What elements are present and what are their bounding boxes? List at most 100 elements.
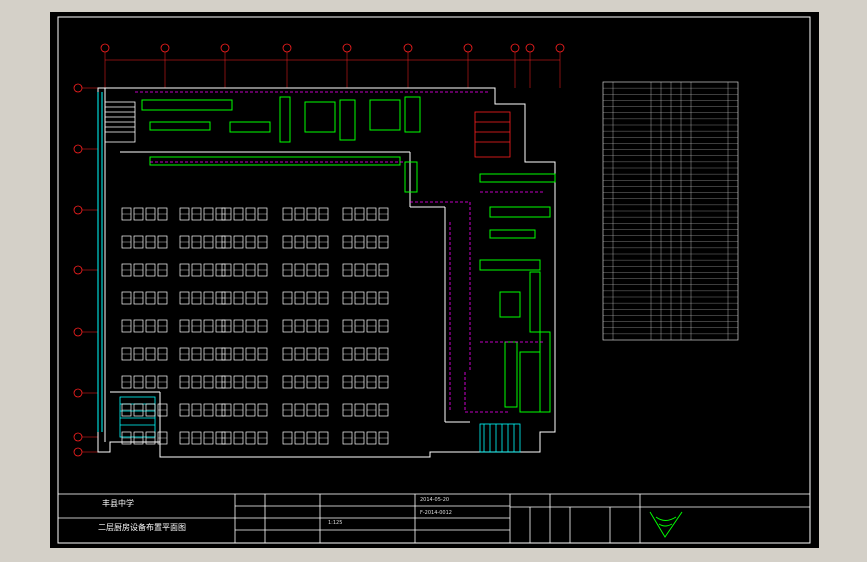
table-group	[221, 375, 268, 389]
building-outline	[97, 87, 556, 458]
table-group	[342, 375, 389, 389]
table-group	[342, 431, 389, 445]
equipment-item	[339, 99, 356, 141]
equipment-item	[149, 156, 401, 166]
table-group	[121, 235, 168, 249]
equipment-item	[149, 121, 211, 131]
cad-canvas[interactable]: 丰县中学 二层厨房设备布置平面图 1:125 2014-05-20 F-2014…	[50, 12, 819, 548]
axis-marker-col-7	[463, 43, 473, 88]
equipment-item	[229, 121, 271, 133]
stair-ne	[474, 111, 511, 158]
table-group	[221, 235, 268, 249]
table-group	[282, 319, 329, 333]
equipment-item	[499, 291, 521, 318]
stair-nw	[104, 101, 136, 143]
table-group	[121, 263, 168, 277]
table-group	[342, 207, 389, 221]
table-group	[179, 291, 226, 305]
row-axis-markers	[73, 83, 98, 457]
table-group	[121, 375, 168, 389]
table-group	[221, 263, 268, 277]
equipment-item	[529, 271, 541, 333]
axis-marker-row-H	[73, 447, 98, 457]
table-group	[221, 431, 268, 445]
table-group	[282, 347, 329, 361]
table-group	[282, 375, 329, 389]
table-group	[342, 263, 389, 277]
table-group	[342, 403, 389, 417]
table-group	[282, 291, 329, 305]
equipment-item	[369, 99, 401, 131]
drawing-sheet	[57, 16, 811, 544]
table-group	[121, 347, 168, 361]
table-group	[282, 263, 329, 277]
equipment-item	[519, 351, 541, 413]
table-group	[121, 207, 168, 221]
pipe-run	[410, 201, 471, 372]
table-group	[282, 235, 329, 249]
axis-marker-col-8	[510, 43, 520, 88]
equipment-item	[479, 173, 556, 183]
axis-marker-row-E	[73, 327, 98, 337]
axis-marker-col-9	[525, 43, 535, 88]
drawing-title: 二层厨房设备布置平面图	[98, 523, 186, 532]
table-group	[342, 347, 389, 361]
table-group	[179, 375, 226, 389]
column-axis-markers	[100, 43, 565, 88]
table-group	[342, 235, 389, 249]
kitchen-equipment-north	[141, 96, 421, 193]
table-group	[179, 347, 226, 361]
axis-marker-row-C	[73, 205, 98, 215]
axis-marker-col-5	[342, 43, 352, 88]
equipment-item	[404, 96, 421, 133]
table-group	[179, 431, 226, 445]
drawing-scale: 1:125	[328, 520, 343, 526]
axis-marker-row-A	[73, 83, 98, 93]
kitchen-equipment-east	[479, 173, 556, 413]
table-group	[221, 207, 268, 221]
drawing-number: F-2014-0012	[420, 510, 452, 516]
drawing-date: 2014-05-20	[420, 497, 450, 503]
equipment-item	[504, 341, 518, 408]
table-group	[179, 319, 226, 333]
equipment-item	[141, 99, 233, 111]
stair-se	[479, 423, 521, 453]
table-group	[179, 207, 226, 221]
table-group	[179, 263, 226, 277]
axis-marker-row-D	[73, 265, 98, 275]
table-group	[121, 319, 168, 333]
company-logo	[649, 511, 683, 538]
project-name: 丰县中学	[102, 499, 134, 508]
table-group	[179, 403, 226, 417]
pipe-run	[464, 372, 510, 413]
table-group	[221, 403, 268, 417]
equipment-item	[539, 331, 551, 413]
axis-marker-row-F	[73, 388, 98, 398]
equipment-schedule-table	[602, 81, 739, 341]
axis-marker-col-3	[220, 43, 230, 88]
equipment-item	[479, 259, 541, 271]
axis-marker-col-4	[282, 43, 292, 88]
sheet-border	[57, 16, 811, 544]
axis-marker-row-B	[73, 144, 98, 154]
stair-sw	[119, 396, 156, 438]
table-group	[282, 207, 329, 221]
table-group	[342, 291, 389, 305]
table-group	[282, 431, 329, 445]
axis-marker-row-G	[73, 432, 98, 442]
table-group	[342, 319, 389, 333]
dining-tables	[121, 207, 389, 445]
equipment-item	[279, 96, 291, 143]
axis-marker-col-10	[555, 43, 565, 88]
axis-marker-col-1	[100, 43, 110, 88]
table-group	[179, 235, 226, 249]
table-group	[221, 291, 268, 305]
table-group	[121, 291, 168, 305]
table-group	[282, 403, 329, 417]
table-group	[221, 347, 268, 361]
equipment-item	[489, 229, 536, 239]
axis-marker-col-6	[403, 43, 413, 88]
equipment-item	[404, 161, 418, 193]
equipment-item	[304, 101, 336, 133]
axis-marker-col-2	[160, 43, 170, 88]
